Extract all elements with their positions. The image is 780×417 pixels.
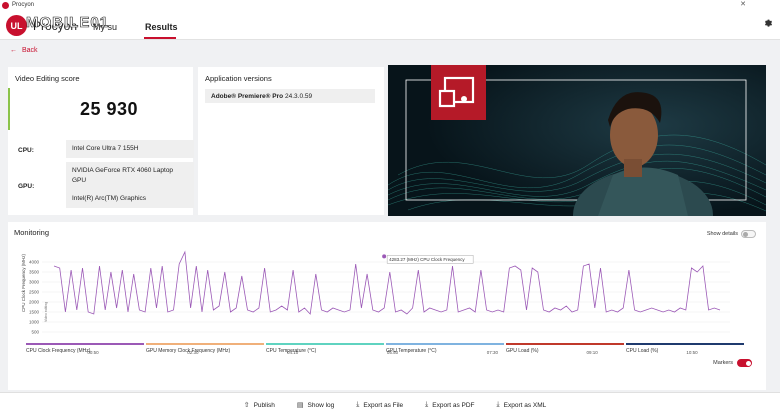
score-title: Video Editing score [15, 74, 80, 83]
application-row: Adobe® Premiere® Pro 24.3.0.59 [205, 89, 375, 103]
application-version: 24.3.0.59 [285, 92, 313, 100]
phase-label: Video editing [44, 302, 48, 322]
upload-icon: ⇧ [243, 402, 250, 409]
top-navigation: UL Procyon MOBILE01 My su Results [0, 10, 780, 40]
tooltip-text: 4283.27 (MHz) CPU Clock Frequency [389, 257, 465, 262]
monitoring-chart[interactable]: 5001000150020002500300035004000 00:50 02:… [8, 244, 766, 358]
legend-swatch [146, 343, 264, 345]
markers-toggle[interactable] [737, 359, 752, 367]
ul-logo: UL [6, 15, 27, 36]
gear-icon[interactable] [762, 18, 773, 32]
legend-label: GPU Load (%) [506, 348, 539, 354]
legend-swatch [626, 343, 744, 345]
application-versions-card: Application versions Adobe® Premiere® Pr… [198, 67, 384, 215]
legend-swatch [266, 343, 384, 345]
y-tick-label: 3500 [29, 270, 40, 275]
show-details-control[interactable]: Show details [707, 230, 756, 238]
download-icon: ⤓ [496, 401, 500, 408]
hero-image [388, 65, 766, 216]
gpu-value-box: NVIDIA GeForce RTX 4060 Laptop GPU Intel… [66, 162, 194, 208]
monitoring-title: Monitoring [14, 228, 50, 237]
tooltip-marker [382, 254, 387, 259]
show-log-label: Show log [307, 401, 335, 409]
legend-label: CPU Clock Frequency (MHz) [26, 348, 91, 354]
legend-item[interactable]: CPU Temperature (°C) [266, 343, 384, 354]
publish-label: Publish [253, 401, 275, 409]
y-axis-label: CPU Clock Frequency (MHz) [21, 253, 26, 312]
cpu-value: Intel Core Ultra 7 155H [66, 140, 194, 158]
document-icon: ▤ [296, 402, 304, 409]
gpu-label: GPU: [18, 183, 35, 190]
export-pdf-label: Export as PDF [432, 401, 475, 409]
y-tick-label: 4000 [29, 260, 40, 265]
legend-label: CPU Temperature (°C) [266, 348, 317, 354]
app-icon [2, 1, 9, 9]
publish-button[interactable]: ⇧ Publish [243, 401, 275, 410]
gpu-value-primary: NVIDIA GeForce RTX 4060 Laptop GPU [72, 167, 174, 184]
legend-swatch [506, 343, 624, 345]
show-details-toggle[interactable] [741, 230, 756, 238]
legend-swatch [386, 343, 504, 345]
markers-label: Markers [713, 360, 733, 366]
tab-my-suites[interactable]: My su [93, 22, 117, 32]
export-xml-button[interactable]: ⤓ Export as XML [497, 401, 547, 409]
export-file-button[interactable]: ⤓ Export as File [356, 401, 403, 409]
legend-label: GPU Temperature (°C) [386, 348, 437, 354]
score-value: 25 930 [79, 99, 139, 119]
markers-control[interactable]: Markers [713, 359, 752, 367]
legend-swatch [26, 343, 144, 345]
y-tick-label: 500 [31, 330, 39, 335]
gpu-value-secondary: Intel(R) Arc(TM) Graphics [72, 195, 147, 202]
window-title: Procyon [12, 2, 35, 8]
tab-results[interactable]: Results [145, 22, 178, 32]
window-close-button[interactable]: ✕ [740, 0, 746, 8]
y-tick-label: 1000 [29, 320, 40, 325]
back-link[interactable]: ← Back [10, 47, 38, 54]
export-pdf-button[interactable]: ⤓ Export as PDF [425, 401, 474, 409]
cpu-label: CPU: [18, 147, 34, 154]
chart-tooltip: 4283.27 (MHz) CPU Clock Frequency [382, 254, 474, 264]
export-xml-label: Export as XML [503, 401, 547, 409]
export-file-label: Export as File [363, 401, 404, 409]
monitoring-card: Monitoring Show details 500 1000 1500 2000 2… [8, 222, 766, 390]
legend-label: GPU Memory Clock Frequency (MHz) [146, 348, 231, 354]
download-icon: ⤓ [425, 401, 429, 408]
show-details-label: Show details [706, 231, 738, 237]
y-tick-label: 2500 [29, 290, 40, 295]
application-versions-title: Application versions [205, 74, 272, 83]
screen-share-icon [438, 76, 475, 108]
legend-item[interactable]: CPU Clock Frequency (MHz) [26, 343, 144, 354]
y-tick-label: 3000 [29, 280, 40, 285]
legend-label: CPU Load (%) [626, 348, 659, 354]
bottom-action-bar: ⇧ Publish ▤ Show log ⤓ Export as File ⤓ … [0, 392, 780, 417]
legend-item[interactable]: GPU Load (%) [506, 343, 624, 354]
legend-item[interactable]: GPU Temperature (°C) [386, 343, 504, 354]
back-label: Back [22, 47, 38, 54]
y-tick-label: 1500 [29, 310, 40, 315]
legend-item[interactable]: GPU Memory Clock Frequency (MHz) [146, 343, 264, 354]
window-titlebar: Procyon ✕ [0, 0, 780, 10]
active-tab-indicator [144, 37, 176, 39]
y-tick-label: 2000 [29, 300, 40, 305]
show-log-button[interactable]: ▤ Show log [296, 401, 335, 410]
application-name: Adobe® Premiere® Pro [211, 92, 284, 100]
download-icon: ⤓ [356, 401, 360, 408]
score-card: Video Editing score 25 930 CPU: Intel Co… [8, 67, 194, 215]
arrow-left-icon: ← [10, 47, 17, 54]
hero-badge [431, 65, 486, 120]
legend-item[interactable]: CPU Load (%) [626, 343, 744, 354]
